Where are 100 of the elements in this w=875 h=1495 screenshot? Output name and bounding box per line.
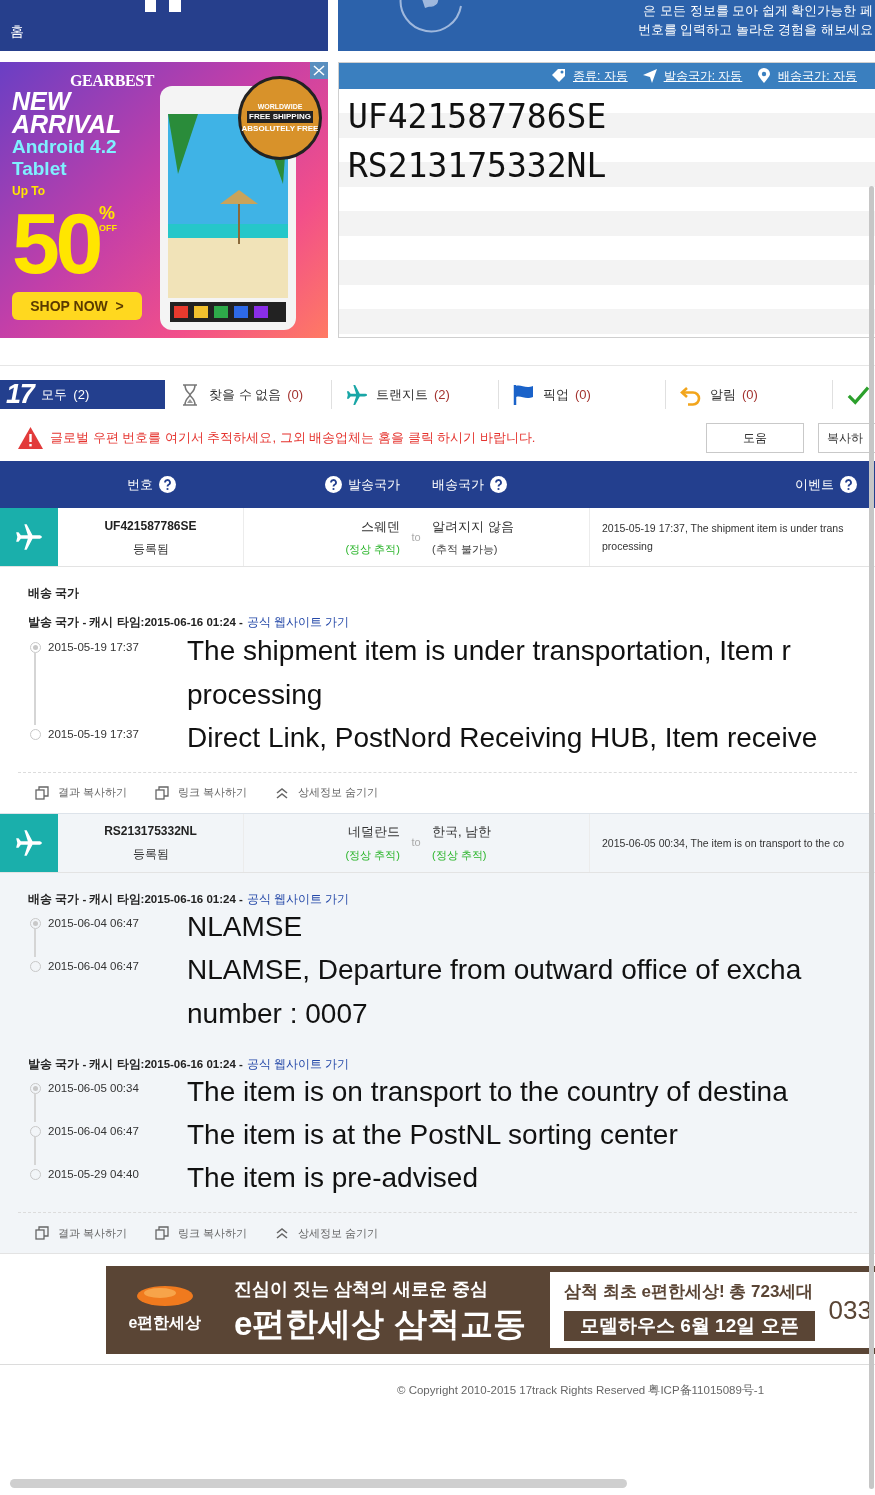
logo-blob-icon: [136, 1285, 194, 1307]
ad-info: 삼척 최초 e편한세상! 총 723세대: [564, 1281, 815, 1304]
airplane-icon: [346, 383, 368, 406]
home-label[interactable]: 홈: [10, 21, 24, 42]
ad-headline: NEW: [12, 90, 73, 113]
option-link[interactable]: 발송국가: 자동: [663, 67, 743, 85]
action-link[interactable]: 결과 복사하기: [35, 1224, 128, 1242]
action-link[interactable]: 링크 복사하기: [155, 784, 248, 801]
intro-text: 은 모든 정보를 모아 쉽게 확인가능한 페: [643, 2, 873, 20]
status-text: 등록됨: [132, 540, 169, 558]
latest-event: 2015-05-19 17:37, The shipment item is under trans processing: [602, 521, 844, 554]
copy-icon: [155, 1226, 170, 1240]
flag-icon: [513, 383, 535, 406]
filter-tab[interactable]: 트랜지트 (2): [332, 380, 499, 409]
option-link[interactable]: 배송국가: 자동: [778, 67, 857, 85]
tracking-input-field[interactable]: 종류: 자동 발송국가: 자동 배송국가: 자동 UF421587786SE RS213175332NL: [338, 62, 875, 338]
action-link[interactable]: 상세정보 숨기기: [275, 784, 379, 801]
logo-text: 17: [6, 380, 34, 409]
filter-tab[interactable]: 알림 (0): [666, 380, 833, 409]
filter-tab[interactable]: 17 모두 (2): [0, 380, 165, 409]
column-header: 발송국가: [348, 475, 400, 494]
copy-icon: [155, 785, 170, 800]
country-name: 스웨덴: [361, 517, 400, 536]
filter-tab[interactable]: 찾을 수 없음 (0): [165, 380, 332, 409]
tracking-number[interactable]: RS213175332NL: [104, 822, 197, 840]
status-text: 등록됨: [132, 846, 169, 863]
event-time: 2015-05-19 17:37: [47, 726, 140, 742]
ad-brand: GEARBEST: [70, 72, 154, 90]
tracking-state: (정상 추적): [345, 847, 400, 863]
section-caption: 발송 국가 - 캐시 타임:2015-06-16 01:24 -: [28, 615, 243, 631]
event-description: NLAMSE: [187, 909, 303, 944]
help-button[interactable]: 도움: [706, 423, 804, 453]
help-icon[interactable]: [158, 476, 176, 493]
country-name: 네덜란드: [348, 823, 400, 841]
double-chevron-up-icon: [275, 785, 290, 800]
event-description: Direct Link, PostNord Receiving HUB, Item receive: [187, 720, 818, 755]
location-pin-icon: [756, 68, 773, 84]
airplane-icon: [15, 828, 43, 857]
tag-icon: [551, 68, 567, 84]
to-label: to: [411, 529, 421, 545]
copy-icon: [35, 785, 49, 800]
close-icon[interactable]: [310, 62, 328, 79]
ad-subline: Android 4.2: [12, 136, 118, 158]
scrollbar[interactable]: [10, 1479, 627, 1488]
official-site-link[interactable]: 공식 웹사이트 가기: [246, 614, 350, 632]
ad-subline: Tablet: [12, 158, 68, 180]
event-time: 2015-06-04 06:47: [47, 915, 140, 931]
ad-up-to: Up To: [12, 183, 47, 200]
to-label: to: [411, 835, 421, 851]
copy-button[interactable]: 복사하: [818, 423, 875, 453]
tracking-state: (정상 추적): [345, 542, 400, 557]
filter-count: (0): [575, 385, 591, 404]
ad-off: OFF: [99, 223, 118, 233]
scrollbar[interactable]: [869, 186, 874, 1489]
column-header: 이벤트: [795, 475, 834, 494]
filter-count: (2): [73, 385, 90, 404]
badge-text: FREE SHIPPING: [247, 111, 313, 123]
event-time: 2015-06-04 06:47: [47, 958, 140, 974]
tracking-number[interactable]: UF421587786SE: [104, 516, 197, 535]
action-link[interactable]: 링크 복사하기: [155, 1224, 248, 1242]
ad-percent: %: [99, 204, 117, 222]
tracking-state: (추적 불가능): [432, 542, 498, 557]
filter-tab[interactable]: 픽업 (0): [499, 380, 666, 409]
action-link[interactable]: 상세정보 숨기기: [275, 1224, 379, 1242]
ad-logo-text: e편한세상: [128, 1313, 202, 1333]
bars-icon: [145, 0, 181, 12]
column-header: 배송국가: [432, 475, 484, 494]
help-icon[interactable]: [325, 476, 342, 493]
tracking-state: (정상 추적): [432, 847, 487, 863]
country-name: 알려지지 않음: [432, 517, 514, 536]
filter-label: 트랜지트: [376, 385, 428, 404]
action-link[interactable]: 결과 복사하기: [35, 784, 128, 801]
event-description: The item is pre-advised: [187, 1161, 478, 1195]
warning-icon: [18, 427, 43, 449]
event-description: The item is on transport to the country of destina: [187, 1075, 788, 1109]
help-icon[interactable]: [490, 476, 507, 493]
section-caption: 배송 국가 - 캐시 타임:2015-06-16 01:24 -: [28, 891, 243, 907]
shipment-panel[interactable]: [0, 812, 875, 1253]
option-link[interactable]: 종류: 자동: [573, 67, 628, 85]
section-caption: 발송 국가 - 캐시 타임:2015-06-16 01:24 -: [28, 1056, 243, 1072]
filter-count: (2): [434, 385, 450, 404]
filter-label: 찾을 수 없음: [209, 385, 282, 404]
event-time: 2015-06-04 06:47: [47, 1124, 140, 1139]
filter-count: (0): [742, 385, 758, 404]
copyright-text: © Copyright 2010-2015 17track Rights Reserved 粤ICP备11015089号-1: [397, 1384, 765, 1396]
airplane-icon: [15, 523, 43, 551]
copy-icon: [35, 1226, 49, 1240]
help-icon[interactable]: [840, 476, 857, 493]
notice-text: 글로벌 우편 번호를 여기서 추적하세요, 그외 배송업체는 홈을 클릭 하시기 바랍니다.: [50, 429, 536, 448]
official-site-link[interactable]: 공식 웹사이트 가기: [246, 890, 350, 908]
filter-label: 모두: [41, 385, 68, 404]
filter-count: (0): [287, 385, 304, 404]
paper-plane-icon: [641, 68, 658, 84]
double-chevron-up-icon: [275, 1226, 290, 1240]
shop-now-button[interactable]: SHOP NOW >: [12, 292, 142, 320]
official-site-link[interactable]: 공식 웹사이트 가기: [246, 1055, 350, 1073]
section-caption: 배송 국가: [28, 586, 80, 601]
latest-event: 2015-06-05 00:34, The item is on transport to the co: [602, 835, 845, 851]
intro-text: 번호를 입력하고 놀라운 경험을 해보세요: [637, 21, 873, 39]
event-time: 2015-05-19 17:37: [47, 639, 140, 655]
